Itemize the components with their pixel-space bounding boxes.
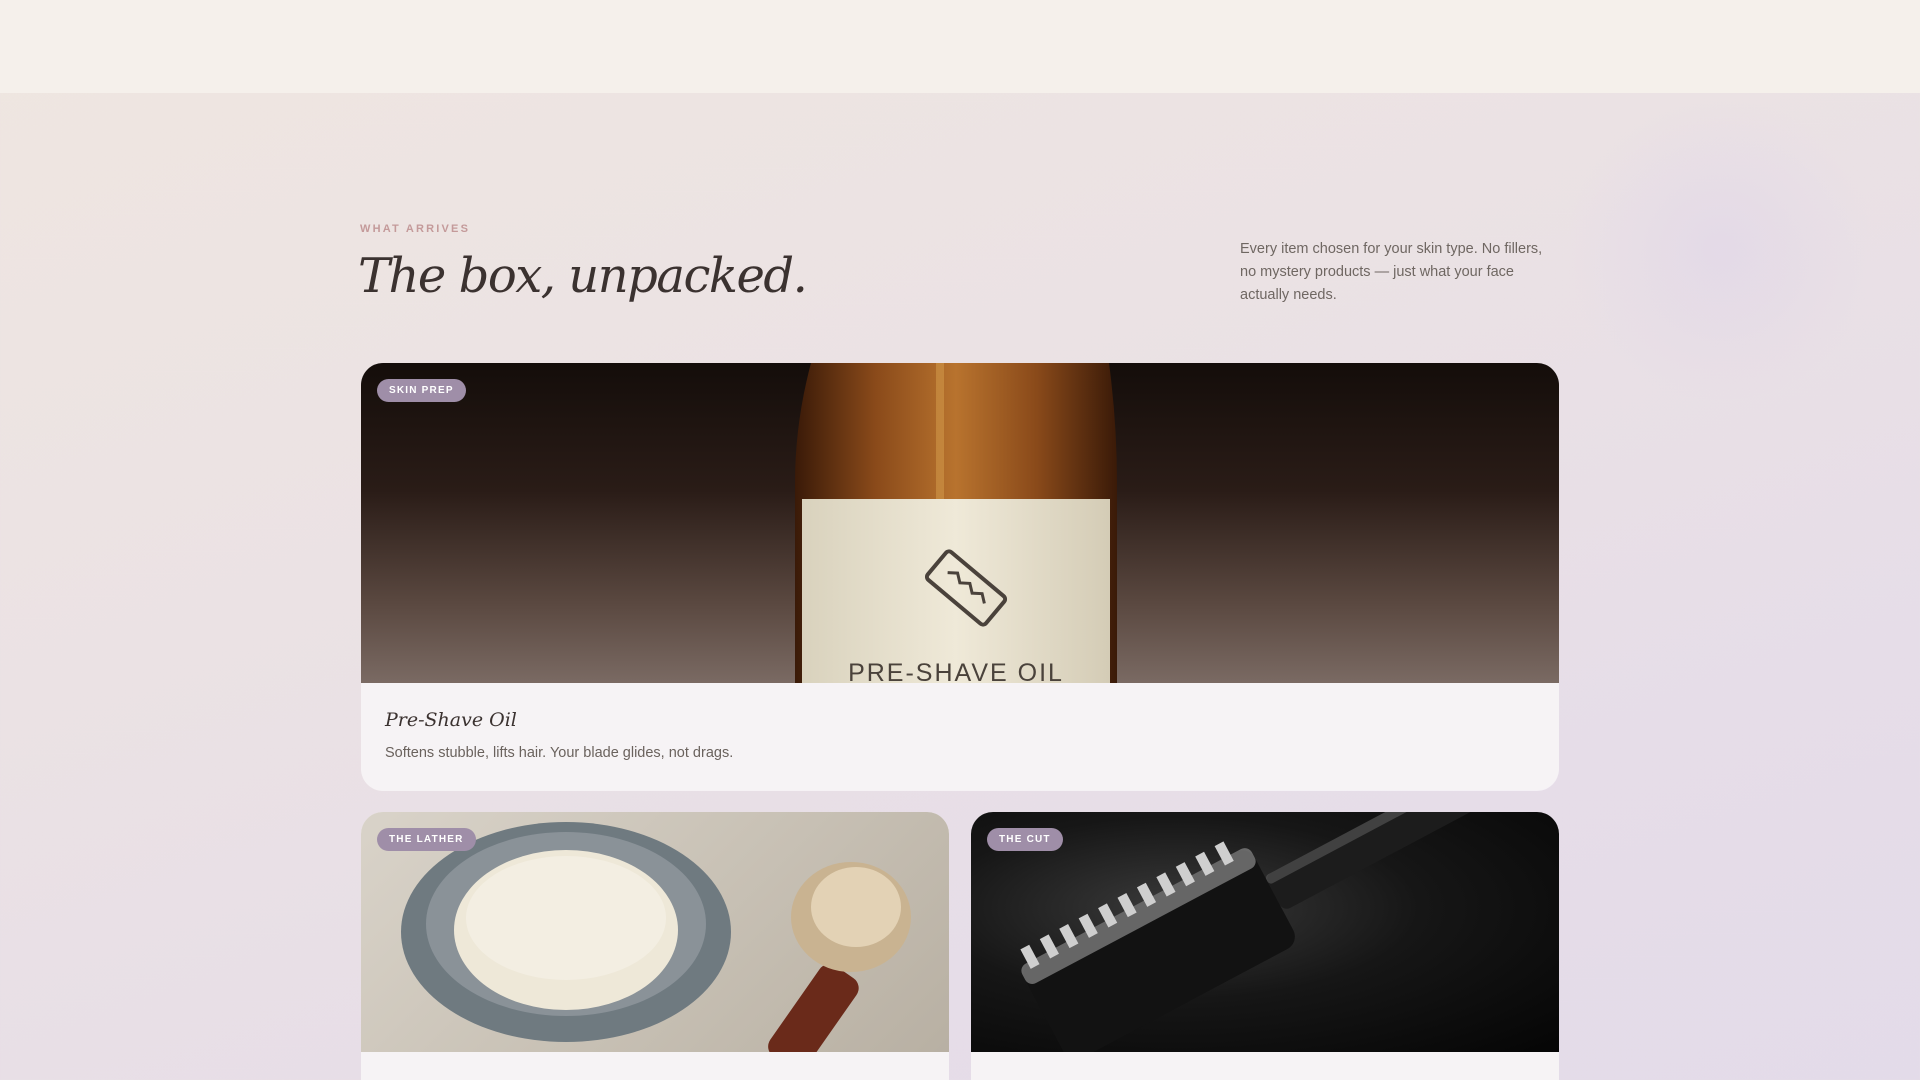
section-title: The box, unpacked.: [358, 248, 808, 304]
category-badge: SKIN PREP: [377, 379, 466, 402]
section-intro: Every item chosen for your skin type. No…: [1240, 241, 1543, 303]
product-card-the-lather[interactable]: THE LATHER: [361, 812, 949, 1080]
product-card-the-cut[interactable]: THE CUT: [971, 812, 1559, 1080]
pre-shave-oil-bottle-illustration: PRE-SHAVE OIL: [795, 363, 1117, 683]
product-title: Pre-Shave Oil: [385, 709, 517, 731]
product-description: Softens stubble, lifts hair. Your blade …: [385, 745, 734, 761]
top-bar: [0, 0, 1920, 93]
category-badge: THE CUT: [987, 828, 1063, 851]
lather-photo: THE LATHER: [361, 812, 949, 1052]
pre-shave-oil-photo: SKIN PREP PRE-SHAVE OIL: [361, 363, 1559, 683]
product-card-pre-shave-oil[interactable]: SKIN PREP PRE-SHAVE OIL Pre-Shave Oil So…: [361, 363, 1559, 790]
razor-photo: THE CUT: [971, 812, 1559, 1052]
background-glow: [1560, 100, 1880, 400]
category-badge: THE LATHER: [377, 828, 476, 851]
section-eyebrow: WHAT ARRIVES: [360, 223, 471, 235]
bottle-label-text: PRE-SHAVE OIL: [848, 659, 1064, 683]
